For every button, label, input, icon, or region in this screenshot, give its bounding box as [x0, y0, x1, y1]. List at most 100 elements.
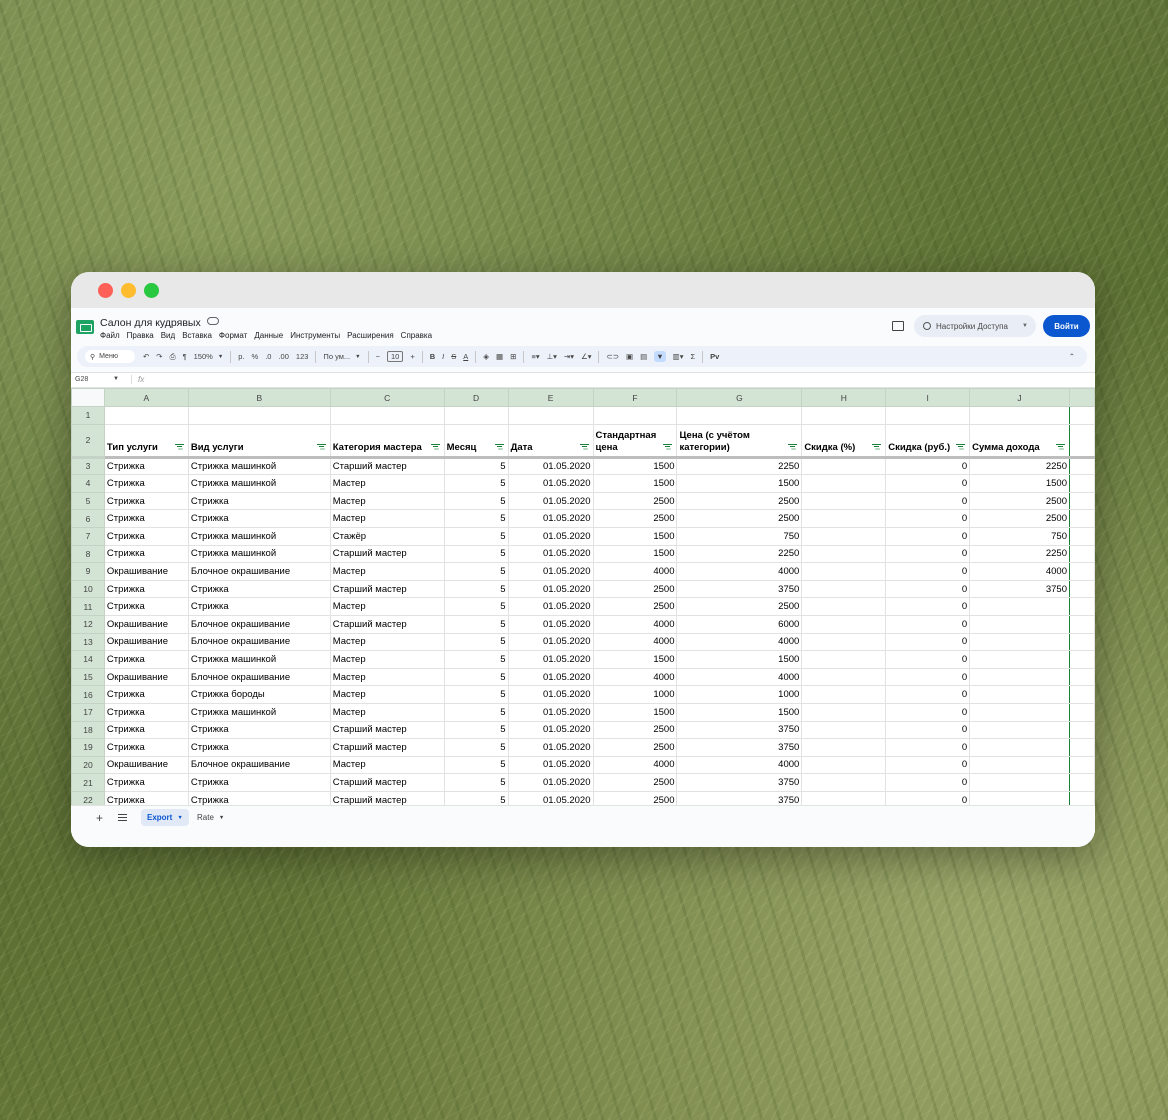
decrease-font-size-icon[interactable]: −: [376, 352, 380, 361]
filter-views-icon[interactable]: ▥▾: [673, 352, 684, 361]
cell[interactable]: [1068, 614, 1095, 634]
cell[interactable]: [969, 632, 1070, 652]
cell[interactable]: [969, 702, 1070, 722]
cell[interactable]: 5: [443, 702, 509, 722]
cell[interactable]: Блочное окрашивание: [187, 632, 331, 652]
cell[interactable]: 0: [885, 474, 971, 493]
cell[interactable]: Окрашивание: [103, 562, 189, 581]
cell[interactable]: 2500: [676, 491, 803, 511]
cell[interactable]: Стрижка: [103, 650, 189, 669]
cell[interactable]: Старший мастер: [329, 456, 445, 476]
cell[interactable]: Мастер: [329, 755, 445, 775]
cell[interactable]: 6000: [676, 614, 803, 634]
cell[interactable]: 0: [885, 738, 971, 757]
cell[interactable]: Стрижка: [103, 597, 189, 616]
column-header[interactable]: A: [103, 388, 189, 407]
cell[interactable]: 01.05.2020: [507, 614, 594, 634]
cell[interactable]: Окрашивание: [103, 614, 189, 634]
menu-search[interactable]: ⚲ Меню: [85, 350, 135, 363]
cell[interactable]: 0: [885, 597, 971, 616]
cell[interactable]: [1068, 632, 1095, 652]
text-wrapping-icon[interactable]: ⇥▾: [564, 352, 574, 361]
cell[interactable]: Стрижка машинкой: [187, 702, 331, 722]
sheets-logo-icon[interactable]: [76, 320, 94, 334]
cell[interactable]: [801, 685, 887, 704]
cell[interactable]: 1500: [592, 474, 678, 493]
cell[interactable]: Блочное окрашивание: [187, 755, 331, 775]
cell[interactable]: 0: [885, 509, 971, 528]
cell[interactable]: [801, 597, 887, 616]
cell[interactable]: 3750: [969, 579, 1070, 599]
cell[interactable]: Стрижка машинкой: [187, 544, 331, 564]
add-sheet-button[interactable]: +: [96, 811, 103, 825]
all-sheets-icon[interactable]: [118, 814, 127, 821]
share-settings-button[interactable]: Настройки Доступа ▼: [914, 315, 1036, 337]
cell[interactable]: 01.05.2020: [507, 790, 594, 805]
cell[interactable]: 01.05.2020: [507, 491, 594, 511]
spreadsheet-grid[interactable]: A B C D E F G H I J 1 2 Тип услуги Вид услуги Категори…: [71, 388, 1095, 805]
cell[interactable]: 01.05.2020: [507, 544, 594, 564]
cell[interactable]: 2500: [969, 491, 1070, 511]
cell[interactable]: Стрижка: [103, 544, 189, 564]
cell[interactable]: 2500: [676, 509, 803, 528]
header-cell[interactable]: Категория мастера: [329, 423, 445, 459]
cell[interactable]: [801, 790, 887, 805]
close-window-button[interactable]: [98, 283, 113, 298]
cell[interactable]: 2500: [592, 720, 678, 740]
cell[interactable]: 01.05.2020: [507, 650, 594, 669]
cell[interactable]: 0: [885, 526, 971, 546]
cell[interactable]: Мастер: [329, 667, 445, 687]
sheet-tab-export[interactable]: Export ▼: [141, 809, 189, 826]
cell[interactable]: Мастер: [329, 685, 445, 704]
cell[interactable]: 5: [443, 790, 509, 805]
cell[interactable]: [801, 667, 887, 687]
cell[interactable]: [969, 790, 1070, 805]
cell[interactable]: 0: [885, 491, 971, 511]
cell[interactable]: [1068, 773, 1095, 792]
cell[interactable]: 4000: [676, 667, 803, 687]
menu-item[interactable]: Вставка: [182, 331, 212, 340]
cell[interactable]: [1068, 423, 1095, 459]
cell[interactable]: Стрижка: [103, 456, 189, 476]
cell[interactable]: Старший мастер: [329, 773, 445, 792]
cell[interactable]: 1500: [592, 526, 678, 546]
cell[interactable]: 1500: [676, 702, 803, 722]
filter-icon[interactable]: [494, 443, 504, 450]
cell[interactable]: [801, 702, 887, 722]
cell[interactable]: 0: [885, 667, 971, 687]
cell[interactable]: [592, 406, 678, 425]
cell[interactable]: [1068, 650, 1095, 669]
row-header[interactable]: 14: [71, 650, 105, 669]
font-size-input[interactable]: 10: [386, 351, 404, 362]
cell[interactable]: Стрижка: [187, 738, 331, 757]
row-header[interactable]: 20: [71, 755, 105, 775]
menu-item[interactable]: Формат: [219, 331, 247, 340]
menu-item[interactable]: Файл: [100, 331, 120, 340]
cell[interactable]: Стрижка: [103, 773, 189, 792]
row-header[interactable]: 21: [71, 773, 105, 792]
cell[interactable]: Мастер: [329, 474, 445, 493]
header-cell[interactable]: Скидка (%): [801, 423, 887, 459]
functions-button[interactable]: Σ: [691, 352, 696, 361]
cell[interactable]: 0: [885, 755, 971, 775]
cell[interactable]: [801, 738, 887, 757]
cell[interactable]: 5: [443, 456, 509, 476]
cell[interactable]: Стрижка: [103, 790, 189, 805]
cell[interactable]: 5: [443, 685, 509, 704]
row-header[interactable]: 17: [71, 702, 105, 722]
cell[interactable]: [801, 755, 887, 775]
column-header[interactable]: D: [443, 388, 509, 407]
insert-chart-icon[interactable]: ▤: [640, 352, 647, 361]
percent-format-button[interactable]: %: [252, 352, 259, 361]
cell[interactable]: Мастер: [329, 597, 445, 616]
cell[interactable]: Старший мастер: [329, 790, 445, 805]
cell[interactable]: 5: [443, 667, 509, 687]
header-cell[interactable]: Сумма дохода: [969, 423, 1070, 459]
cell[interactable]: Стрижка: [103, 738, 189, 757]
cell[interactable]: 01.05.2020: [507, 702, 594, 722]
cell[interactable]: [443, 406, 509, 425]
filter-icon[interactable]: [872, 443, 882, 450]
cell[interactable]: [969, 597, 1070, 616]
row-header[interactable]: 2: [71, 423, 105, 459]
cell[interactable]: [801, 579, 887, 599]
